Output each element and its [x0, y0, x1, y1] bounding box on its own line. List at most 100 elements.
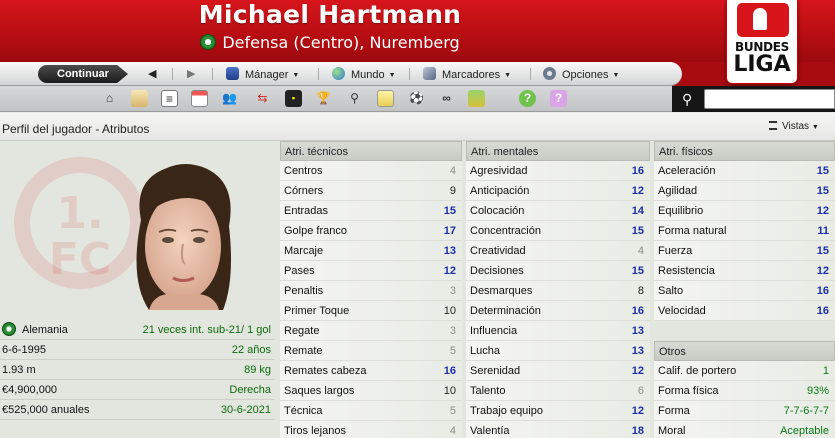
attribute-row[interactable]: Primer Toque 10 — [280, 301, 462, 321]
search-input[interactable] — [704, 89, 835, 109]
attribute-row[interactable]: Determinación 16 — [466, 301, 650, 321]
attribute-row[interactable]: Trabajo equipo 12 — [466, 401, 650, 421]
news-icon[interactable]: ≡ — [161, 90, 178, 107]
market-value: €4,900,000 — [2, 384, 58, 396]
back-icon[interactable]: ◀ — [148, 67, 156, 80]
inbox-icon[interactable] — [131, 90, 148, 107]
main-toolbar: Continuar ◀ ▶ Mánager ▼ Mundo ▼ Marcadores… — [0, 62, 835, 86]
calendar-icon[interactable] — [191, 90, 208, 107]
forward-icon[interactable]: ▶ — [187, 67, 195, 80]
attribute-name: Primer Toque — [284, 305, 350, 317]
attribute-row[interactable]: Remate 5 — [280, 341, 462, 361]
attribute-value: 10 — [443, 385, 456, 397]
training-icon[interactable]: ⚽ — [408, 90, 425, 107]
attribute-row[interactable]: Tiros lejanos 4 — [280, 421, 462, 438]
attribute-row[interactable]: Remates cabeza 16 — [280, 361, 462, 381]
info-row-value: €4,900,000 Derecha — [0, 380, 275, 400]
nationality-label: Alemania — [2, 320, 68, 340]
attribute-row[interactable]: Centros 4 — [280, 161, 462, 181]
mental-header: Atri. mentales — [466, 141, 650, 161]
attribute-row[interactable]: Valentía 18 — [466, 421, 650, 438]
position-club-text: Defensa (Centro), Nuremberg — [222, 33, 460, 52]
attribute-row[interactable]: Equilibrio 12 — [654, 201, 835, 221]
question-icon[interactable]: ? — [550, 90, 567, 107]
attribute-value: 13 — [443, 245, 456, 257]
squad-icon[interactable]: 👥 — [221, 90, 238, 107]
attribute-row[interactable]: Agilidad 15 — [654, 181, 835, 201]
attribute-row[interactable]: Técnica 5 — [280, 401, 462, 421]
attribute-row[interactable]: Moral Aceptable — [654, 421, 835, 438]
attribute-row[interactable]: Calif. de portero 1 — [654, 361, 835, 381]
attribute-row[interactable]: Creatividad 4 — [466, 241, 650, 261]
attribute-row[interactable]: Penaltis 3 — [280, 281, 462, 301]
attribute-row[interactable]: Desmarques 8 — [466, 281, 650, 301]
weight: 89 kg — [244, 364, 271, 376]
attribute-row[interactable]: Colocación 14 — [466, 201, 650, 221]
menu-world[interactable]: Mundo ▼ — [332, 67, 396, 81]
league-logo[interactable]: BUNDES LIGA — [726, 0, 798, 84]
tactics-icon[interactable]: ▪ — [285, 90, 302, 107]
attribute-row[interactable]: Pases 12 — [280, 261, 462, 281]
transfers-icon[interactable]: ⇆ — [254, 90, 271, 107]
info-row-dob: 6-6-1995 22 años — [0, 340, 275, 360]
finances-icon[interactable] — [468, 90, 485, 107]
attribute-row[interactable]: Golpe franco 17 — [280, 221, 462, 241]
bundesliga-logo-icon — [737, 3, 789, 37]
attribute-name: Técnica — [284, 405, 323, 417]
attribute-row[interactable]: Forma natural 11 — [654, 221, 835, 241]
attribute-row[interactable]: Regate 3 — [280, 321, 462, 341]
attribute-row[interactable]: Córners 9 — [280, 181, 462, 201]
attribute-row[interactable]: Forma 7-7-6-7-7 — [654, 401, 835, 421]
chevron-down-icon: ▼ — [388, 72, 396, 79]
attribute-row[interactable]: Forma física 93% — [654, 381, 835, 401]
search-icon[interactable]: ⚲ — [682, 90, 700, 108]
attribute-row[interactable]: Resistencia 12 — [654, 261, 835, 281]
attribute-row[interactable]: Anticipación 12 — [466, 181, 650, 201]
attribute-name: Entradas — [284, 205, 329, 217]
shortcut-toolbar: ⌂ ≡ 👥 ⇆ ▪ 🏆 ⚲ ⚽ ∞ ? ? ⚲ — [0, 86, 835, 112]
home-icon[interactable]: ⌂ — [101, 90, 118, 107]
clipboard-icon[interactable] — [377, 90, 394, 107]
attribute-value: 7-7-6-7-7 — [783, 405, 829, 417]
attribute-row[interactable]: Talento 6 — [466, 381, 650, 401]
menu-options[interactable]: Opciones ▼ — [543, 67, 619, 81]
attribute-value: 12 — [816, 265, 829, 277]
chevron-down-icon: ▼ — [504, 72, 512, 79]
attribute-value: 3 — [449, 285, 456, 297]
trophy-icon[interactable]: 🏆 — [315, 90, 332, 107]
attribute-row[interactable]: Influencia 13 — [466, 321, 650, 341]
attribute-name: Determinación — [470, 305, 541, 317]
attribute-name: Desmarques — [470, 285, 533, 297]
attribute-value: 12 — [443, 265, 456, 277]
attribute-row[interactable]: Aceleración 15 — [654, 161, 835, 181]
attribute-row[interactable]: Concentración 15 — [466, 221, 650, 241]
player-name: Michael Hartmann — [198, 0, 462, 29]
attribute-value: 5 — [449, 405, 456, 417]
menu-manager[interactable]: Mánager ▼ — [226, 67, 299, 81]
help-icon[interactable]: ? — [519, 90, 536, 107]
scouting-icon[interactable]: ⚲ — [346, 90, 363, 107]
club-crest-watermark-glyph: 1. FC — [48, 188, 112, 285]
attribute-row[interactable]: Fuerza 15 — [654, 241, 835, 261]
attribute-row[interactable]: Velocidad 16 — [654, 301, 835, 321]
attribute-row[interactable]: Decisiones 15 — [466, 261, 650, 281]
attribute-row[interactable]: Lucha 13 — [466, 341, 650, 361]
attribute-value: Aceptable — [780, 425, 829, 437]
attribute-row[interactable]: Agresividad 16 — [466, 161, 650, 181]
menu-bookmarks[interactable]: Marcadores ▼ — [423, 67, 511, 81]
attribute-row[interactable]: Serenidad 12 — [466, 361, 650, 381]
attribute-row[interactable]: Saques largos 10 — [280, 381, 462, 401]
attribute-value: 15 — [443, 205, 456, 217]
manager-icon — [226, 67, 239, 80]
views-menu[interactable]: Vistas ▼ — [769, 121, 819, 132]
attribute-row[interactable]: Entradas 15 — [280, 201, 462, 221]
attribute-value: 15 — [816, 185, 829, 197]
attribute-name: Moral — [658, 425, 686, 437]
continue-button[interactable]: Continuar — [38, 65, 128, 83]
attribute-row[interactable]: Marcaje 13 — [280, 241, 462, 261]
attribute-value: 1 — [822, 365, 829, 377]
binoculars-icon[interactable]: ∞ — [438, 90, 455, 107]
attribute-row[interactable]: Salto 16 — [654, 281, 835, 301]
player-info: Alemania 21 veces int. sub-21/ 1 gol 6-6… — [0, 320, 275, 420]
attribute-name: Forma — [658, 405, 690, 417]
